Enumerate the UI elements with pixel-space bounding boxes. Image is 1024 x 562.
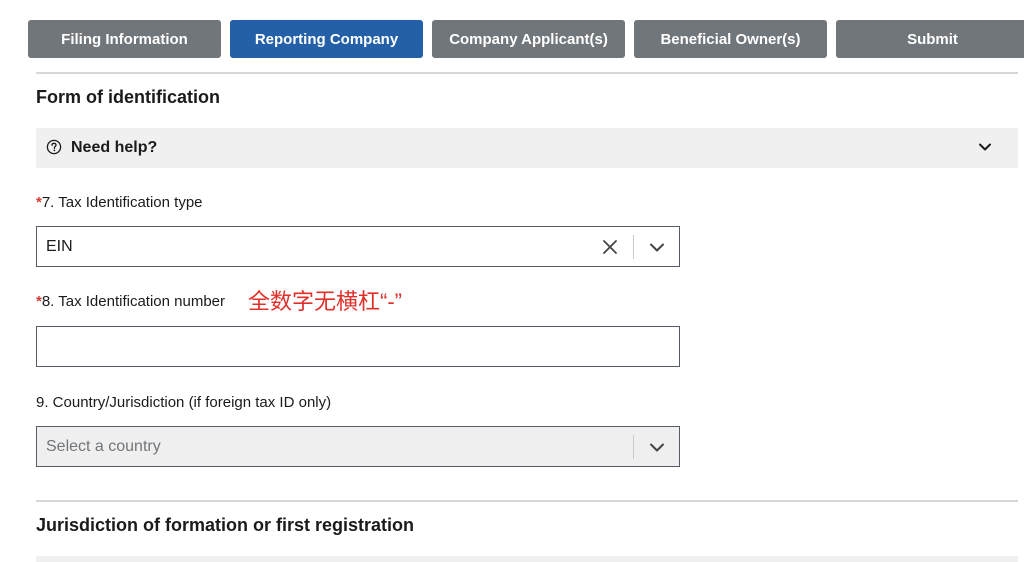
country-select[interactable]: Select a country [36,426,680,467]
section-title-jurisdiction: Jurisdiction of formation or first regis… [36,515,415,535]
chevron-down-icon[interactable] [978,142,992,152]
tax-id-number-field[interactable] [36,326,680,367]
annotation-note: 全数字无横杠“-” [248,289,402,314]
tab-reporting-company[interactable]: Reporting Company [230,20,423,58]
tab-submit[interactable]: Submit [836,20,1024,58]
tax-id-number-label: *8. Tax Identification number [36,293,225,310]
select-divider [633,235,634,259]
tax-id-type-label: *7. Tax Identification type [36,194,203,211]
section-title-form-of-identification: Form of identification [36,87,220,107]
tab-beneficial-owners[interactable]: Beneficial Owner(s) [634,20,827,58]
tax-id-type-value: EIN [46,238,73,255]
tax-id-number-input[interactable] [37,327,679,366]
tab-filing-information[interactable]: Filing Information [28,20,221,58]
next-help-accordion[interactable] [36,556,1018,562]
need-help-label: Need help? [71,139,158,156]
country-jurisdiction-label: 9. Country/Jurisdiction (if foreign tax … [36,394,332,411]
chevron-down-icon[interactable] [649,442,665,453]
select-divider [633,435,634,459]
tab-company-applicants[interactable]: Company Applicant(s) [432,20,625,58]
question-circle-icon [46,139,62,155]
section-divider [36,72,1018,74]
section-divider [36,500,1018,502]
tax-id-type-select[interactable]: EIN [36,226,680,267]
boir-form-page: Filing Information Reporting Company Com… [0,0,1024,562]
tax-id-number-label-text: 8. Tax Identification number [41,293,226,310]
close-icon[interactable] [602,239,618,255]
country-select-placeholder: Select a country [46,438,161,455]
need-help-accordion[interactable]: Need help? [36,128,1018,168]
tax-id-type-label-text: 7. Tax Identification type [41,194,203,211]
chevron-down-icon[interactable] [649,242,665,253]
step-tabs: Filing Information Reporting Company Com… [28,20,1024,58]
